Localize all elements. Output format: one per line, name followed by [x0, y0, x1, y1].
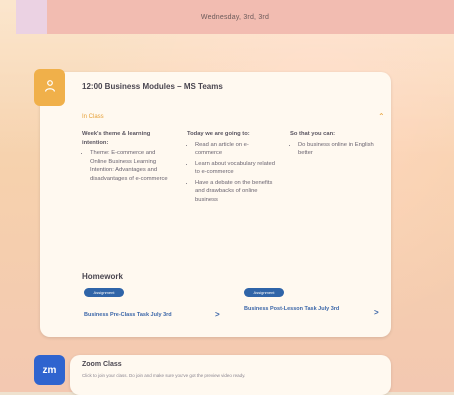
date-header: Wednesday, 3rd, 3rd: [16, 0, 454, 34]
zoom-icon-label: zm: [42, 364, 57, 376]
list-item: Theme: E-commerce and Online Business Le…: [90, 149, 170, 183]
chevron-up-icon[interactable]: ⌃: [378, 112, 385, 121]
zoom-icon: zm: [34, 355, 65, 385]
section-label[interactable]: In Class: [82, 114, 104, 120]
zoom-title[interactable]: Zoom Class: [82, 361, 122, 368]
column-list: Theme: E-commerce and Online Business Le…: [82, 149, 170, 183]
column-theme: Week's theme & learning intention: Theme…: [82, 130, 170, 185]
event-title[interactable]: 12:00 Business Modules – MS Teams: [82, 82, 223, 91]
column-list: Read an article on e-commerce Learn abou…: [187, 141, 275, 205]
list-item: Read an article on e-commerce: [195, 141, 275, 158]
person-icon: [43, 79, 57, 97]
column-today: Today we are going to: Read an article o…: [187, 130, 275, 206]
event-icon-tile: [34, 69, 65, 106]
homework-title: Homework: [82, 272, 123, 281]
assignment-badge: Assignment: [84, 288, 124, 297]
column-so-that: So that you can: Do business online in E…: [290, 130, 378, 160]
list-item: Have a debate on the benefits and drawba…: [195, 179, 275, 205]
list-item: Learn about vocabulary related to e-comm…: [195, 160, 275, 177]
chevron-right-icon[interactable]: >: [374, 308, 379, 317]
assignment-link-post-lesson[interactable]: Business Post-Lesson Task July 3rd: [244, 306, 364, 312]
assignment-badge: Assignment: [244, 288, 284, 297]
column-heading: Today we are going to:: [187, 131, 250, 137]
chevron-right-icon[interactable]: >: [215, 310, 220, 319]
zoom-subtitle: Click to join your class. Do join and ma…: [82, 373, 246, 378]
header-accent: [16, 0, 47, 34]
column-heading: Week's theme & learning intention:: [82, 131, 151, 146]
column-list: Do business online in English better: [290, 141, 378, 158]
assignment-link-pre-class[interactable]: Business Pre-Class Task July 3rd: [84, 312, 234, 318]
date-label: Wednesday, 3rd, 3rd: [200, 13, 270, 21]
list-item: Do business online in English better: [298, 141, 378, 158]
column-heading: So that you can:: [290, 131, 336, 137]
